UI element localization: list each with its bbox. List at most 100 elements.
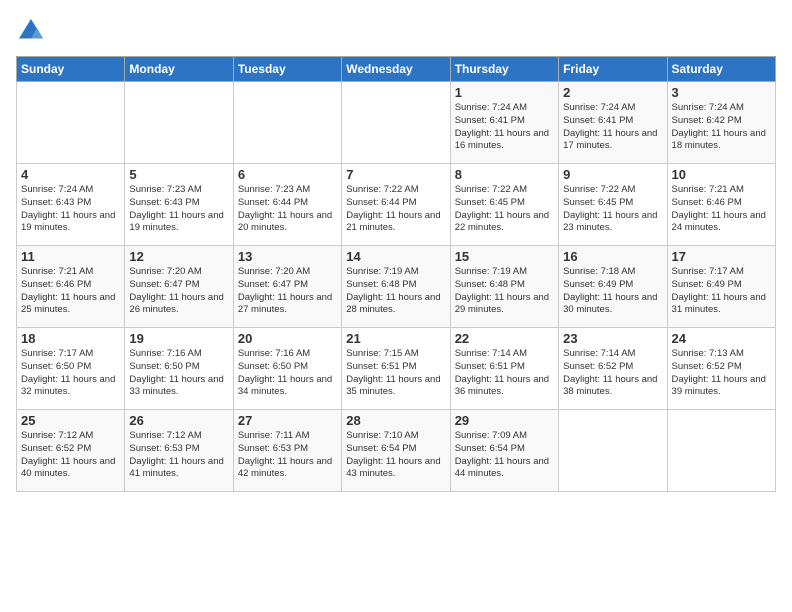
calendar-cell: 6 Sunrise: 7:23 AM Sunset: 6:44 PM Daylig… (233, 164, 341, 246)
day-number: 5 (129, 167, 228, 182)
day-number: 26 (129, 413, 228, 428)
logo (16, 16, 50, 46)
calendar-week-5: 25 Sunrise: 7:12 AM Sunset: 6:52 PM Dayli… (17, 410, 776, 492)
calendar-cell (667, 410, 775, 492)
calendar-cell: 21 Sunrise: 7:15 AM Sunset: 6:51 PM Dayli… (342, 328, 450, 410)
calendar-cell: 9Sunrise: 7:22 AM Sunset: 6:45 PM Daylig… (559, 164, 667, 246)
calendar-week-1: 1 Sunrise: 7:24 AM Sunset: 6:41 PM Daylig… (17, 82, 776, 164)
day-info: Sunrise: 7:24 AM Sunset: 6:43 PM Dayligh… (21, 184, 120, 235)
day-number: 22 (455, 331, 554, 346)
day-info: Sunrise: 7:24 AM Sunset: 6:41 PM Dayligh… (563, 102, 662, 153)
calendar-cell: 16 Sunrise: 7:18 AM Sunset: 6:49 PM Dayli… (559, 246, 667, 328)
day-number: 21 (346, 331, 445, 346)
day-number: 25 (21, 413, 120, 428)
day-info: Sunrise: 7:13 AM Sunset: 6:52 PM Dayligh… (672, 348, 771, 399)
calendar-cell (342, 82, 450, 164)
day-info: Sunrise: 7:19 AM Sunset: 6:48 PM Dayligh… (455, 266, 554, 317)
calendar-cell: 14 Sunrise: 7:19 AM Sunset: 6:48 PM Dayli… (342, 246, 450, 328)
day-number: 24 (672, 331, 771, 346)
day-info: Sunrise: 7:24 AM Sunset: 6:42 PM Dayligh… (672, 102, 771, 153)
day-number: 3 (672, 85, 771, 100)
day-info: Sunrise: 7:17 AM Sunset: 6:50 PM Dayligh… (21, 348, 120, 399)
calendar-cell: 25 Sunrise: 7:12 AM Sunset: 6:52 PM Dayli… (17, 410, 125, 492)
calendar-cell: 13 Sunrise: 7:20 AM Sunset: 6:47 PM Dayli… (233, 246, 341, 328)
day-number: 27 (238, 413, 337, 428)
calendar-cell: 3 Sunrise: 7:24 AM Sunset: 6:42 PM Daylig… (667, 82, 775, 164)
calendar-cell: 28 Sunrise: 7:10 AM Sunset: 6:54 PM Dayli… (342, 410, 450, 492)
day-info: Sunrise: 7:22 AM Sunset: 6:44 PM Dayligh… (346, 184, 445, 235)
calendar-cell: 1 Sunrise: 7:24 AM Sunset: 6:41 PM Daylig… (450, 82, 558, 164)
day-info: Sunrise: 7:14 AM Sunset: 6:52 PM Dayligh… (563, 348, 662, 399)
day-number: 17 (672, 249, 771, 264)
calendar-cell: 19 Sunrise: 7:16 AM Sunset: 6:50 PM Dayli… (125, 328, 233, 410)
day-info: Sunrise: 7:22 AM Sunset: 6:45 PM Dayligh… (455, 184, 554, 235)
col-header-thursday: Thursday (450, 57, 558, 82)
col-header-monday: Monday (125, 57, 233, 82)
calendar-week-2: 4 Sunrise: 7:24 AM Sunset: 6:43 PM Daylig… (17, 164, 776, 246)
calendar-cell: 5 Sunrise: 7:23 AM Sunset: 6:43 PM Daylig… (125, 164, 233, 246)
day-info: Sunrise: 7:11 AM Sunset: 6:53 PM Dayligh… (238, 430, 337, 481)
day-number: 4 (21, 167, 120, 182)
calendar-cell: 26 Sunrise: 7:12 AM Sunset: 6:53 PM Dayli… (125, 410, 233, 492)
day-number: 15 (455, 249, 554, 264)
calendar-cell: 15 Sunrise: 7:19 AM Sunset: 6:48 PM Dayli… (450, 246, 558, 328)
day-info: Sunrise: 7:23 AM Sunset: 6:44 PM Dayligh… (238, 184, 337, 235)
col-header-saturday: Saturday (667, 57, 775, 82)
calendar-cell: 27 Sunrise: 7:11 AM Sunset: 6:53 PM Dayli… (233, 410, 341, 492)
day-info: Sunrise: 7:21 AM Sunset: 6:46 PM Dayligh… (672, 184, 771, 235)
day-number: 20 (238, 331, 337, 346)
day-number: 29 (455, 413, 554, 428)
calendar-cell (233, 82, 341, 164)
calendar-cell: 7 Sunrise: 7:22 AM Sunset: 6:44 PM Daylig… (342, 164, 450, 246)
calendar-cell: 22 Sunrise: 7:14 AM Sunset: 6:51 PM Dayli… (450, 328, 558, 410)
calendar-cell: 8 Sunrise: 7:22 AM Sunset: 6:45 PM Daylig… (450, 164, 558, 246)
day-info: Sunrise: 7:21 AM Sunset: 6:46 PM Dayligh… (21, 266, 120, 317)
col-header-sunday: Sunday (17, 57, 125, 82)
day-info: Sunrise: 7:10 AM Sunset: 6:54 PM Dayligh… (346, 430, 445, 481)
calendar-cell: 20 Sunrise: 7:16 AM Sunset: 6:50 PM Dayli… (233, 328, 341, 410)
day-number: 28 (346, 413, 445, 428)
calendar-cell (559, 410, 667, 492)
day-number: 10 (672, 167, 771, 182)
day-info: Sunrise: 7:20 AM Sunset: 6:47 PM Dayligh… (238, 266, 337, 317)
logo-icon (16, 16, 46, 46)
day-info: Sunrise: 7:14 AM Sunset: 6:51 PM Dayligh… (455, 348, 554, 399)
page-header (16, 16, 776, 46)
day-number: 8 (455, 167, 554, 182)
calendar-week-4: 18 Sunrise: 7:17 AM Sunset: 6:50 PM Dayli… (17, 328, 776, 410)
day-info: Sunrise: 7:15 AM Sunset: 6:51 PM Dayligh… (346, 348, 445, 399)
day-number: 2 (563, 85, 662, 100)
day-info: Sunrise: 7:24 AM Sunset: 6:41 PM Dayligh… (455, 102, 554, 153)
header-row: SundayMondayTuesdayWednesdayThursdayFrid… (17, 57, 776, 82)
day-number: 7 (346, 167, 445, 182)
day-number: 14 (346, 249, 445, 264)
day-number: 1 (455, 85, 554, 100)
day-info: Sunrise: 7:09 AM Sunset: 6:54 PM Dayligh… (455, 430, 554, 481)
col-header-tuesday: Tuesday (233, 57, 341, 82)
day-info: Sunrise: 7:23 AM Sunset: 6:43 PM Dayligh… (129, 184, 228, 235)
day-number: 12 (129, 249, 228, 264)
day-number: 19 (129, 331, 228, 346)
day-number: 13 (238, 249, 337, 264)
calendar-cell: 18 Sunrise: 7:17 AM Sunset: 6:50 PM Dayli… (17, 328, 125, 410)
col-header-friday: Friday (559, 57, 667, 82)
calendar-cell: 11 Sunrise: 7:21 AM Sunset: 6:46 PM Dayli… (17, 246, 125, 328)
day-info: Sunrise: 7:16 AM Sunset: 6:50 PM Dayligh… (129, 348, 228, 399)
day-info: Sunrise: 7:12 AM Sunset: 6:53 PM Dayligh… (129, 430, 228, 481)
calendar-cell (17, 82, 125, 164)
day-number: 6 (238, 167, 337, 182)
calendar-cell: 24 Sunrise: 7:13 AM Sunset: 6:52 PM Dayli… (667, 328, 775, 410)
day-info: Sunrise: 7:17 AM Sunset: 6:49 PM Dayligh… (672, 266, 771, 317)
calendar-cell: 17 Sunrise: 7:17 AM Sunset: 6:49 PM Dayli… (667, 246, 775, 328)
calendar-cell (125, 82, 233, 164)
day-number: 18 (21, 331, 120, 346)
day-info: Sunrise: 7:18 AM Sunset: 6:49 PM Dayligh… (563, 266, 662, 317)
day-number: 16 (563, 249, 662, 264)
day-info: Sunrise: 7:19 AM Sunset: 6:48 PM Dayligh… (346, 266, 445, 317)
calendar-cell: 10 Sunrise: 7:21 AM Sunset: 6:46 PM Dayli… (667, 164, 775, 246)
day-info: Sunrise: 7:16 AM Sunset: 6:50 PM Dayligh… (238, 348, 337, 399)
day-number: 11 (21, 249, 120, 264)
day-number: 9 (563, 167, 662, 182)
day-info: Sunrise: 7:20 AM Sunset: 6:47 PM Dayligh… (129, 266, 228, 317)
day-info: Sunrise: 7:12 AM Sunset: 6:52 PM Dayligh… (21, 430, 120, 481)
